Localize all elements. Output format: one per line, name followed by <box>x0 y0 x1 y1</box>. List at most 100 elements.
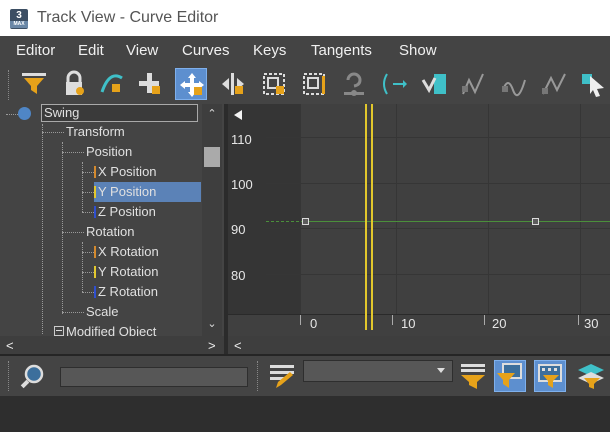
y-axis-tick: 90 <box>231 222 246 237</box>
menu-editor[interactable]: Editor <box>16 42 55 59</box>
menu-view[interactable]: View <box>126 42 158 59</box>
tree-connector <box>62 142 63 314</box>
bottom-toolbar <box>0 354 610 396</box>
time-slider-line[interactable] <box>371 104 373 330</box>
graph-horizontal-scrollbar[interactable]: < <box>228 336 610 354</box>
grid-line <box>580 104 581 316</box>
tree-vertical-scrollbar[interactable]: ⌃ ⌄ <box>202 104 222 336</box>
slide-keys-icon[interactable] <box>217 68 249 100</box>
time-slider-line[interactable] <box>365 104 367 330</box>
menu-keys[interactable]: Keys <box>253 42 286 59</box>
tree-item-transform[interactable]: Transform <box>66 122 125 142</box>
toolbar-grip[interactable] <box>257 361 260 391</box>
menu-curves[interactable]: Curves <box>182 42 230 59</box>
desktop-background <box>0 396 610 432</box>
tree-horizontal-scrollbar[interactable]: < > <box>0 336 224 354</box>
grid-line <box>266 137 610 138</box>
collapse-icon[interactable] <box>54 326 64 336</box>
filter-selected-objects-icon[interactable] <box>494 360 526 392</box>
zoom-selected-object-icon[interactable] <box>17 360 49 392</box>
tree-connector <box>42 132 64 133</box>
scroll-up-icon[interactable]: ⌃ <box>206 108 218 120</box>
filter-selected-tracks-icon[interactable] <box>456 360 488 392</box>
app-icon[interactable]: 3 MAX <box>10 9 28 29</box>
toolbar-grip[interactable] <box>8 70 11 100</box>
more-icon[interactable] <box>576 68 608 100</box>
filter-animated-tracks-icon[interactable] <box>534 360 566 392</box>
tree-item-y-position[interactable]: Y Position <box>94 182 201 202</box>
curve-out-of-range <box>266 221 304 222</box>
tree-item-label: Modified Object <box>66 324 157 336</box>
scale-values-icon[interactable] <box>298 68 330 100</box>
menu-tangents[interactable]: Tangents <box>311 42 372 59</box>
scroll-left-icon[interactable]: < <box>6 338 14 353</box>
menu-bar: Editor Edit View Curves Keys Tangents Sh… <box>0 36 610 64</box>
grid-line <box>266 228 610 229</box>
show-tangents-icon[interactable] <box>538 68 570 100</box>
scroll-thumb[interactable] <box>204 147 220 167</box>
tree-item-x-rotation[interactable]: X Rotation <box>94 242 159 262</box>
track-set-dropdown[interactable] <box>303 360 453 382</box>
tree-item-label: Z Rotation <box>98 284 158 299</box>
curve-key[interactable] <box>532 218 539 225</box>
collapse-left-icon[interactable] <box>234 110 242 120</box>
app-icon-sublabel: MAX <box>10 21 28 28</box>
time-ruler[interactable] <box>228 314 610 337</box>
filter-unlocked-attributes-icon[interactable] <box>576 360 608 392</box>
tree-connector <box>82 242 83 292</box>
toolbar-grip[interactable] <box>8 361 11 391</box>
lock-selection-icon[interactable] <box>58 68 90 100</box>
tree-item-rotation[interactable]: Rotation <box>86 222 134 242</box>
grid-line <box>488 104 489 316</box>
tree-item-x-position[interactable]: X Position <box>94 162 157 182</box>
menu-show[interactable]: Show <box>399 42 437 59</box>
tree-item-y-rotation[interactable]: Y Rotation <box>94 262 158 282</box>
tree-connector <box>82 272 94 273</box>
edit-track-set-icon[interactable] <box>266 360 298 392</box>
move-keys-icon[interactable] <box>175 68 207 100</box>
chevron-down-icon <box>437 368 445 373</box>
tree-item-z-rotation[interactable]: Z Rotation <box>94 282 158 302</box>
z-track-color-icon <box>94 206 96 218</box>
tree-item-position[interactable]: Position <box>86 142 132 162</box>
z-track-color-icon <box>94 286 96 298</box>
parameter-curve-out-of-range-icon[interactable] <box>378 68 410 100</box>
tree-item-scale[interactable]: Scale <box>86 302 119 322</box>
freeform-icon[interactable] <box>418 68 450 100</box>
grid-line <box>300 104 301 316</box>
out-of-range-region <box>266 104 300 316</box>
curve-key[interactable] <box>302 218 309 225</box>
tree-connector <box>82 162 83 212</box>
filter-icon[interactable] <box>18 68 50 100</box>
snap-frames-icon[interactable] <box>96 68 128 100</box>
tree-item-label: Y Rotation <box>98 264 159 279</box>
curve-graph[interactable] <box>266 104 610 316</box>
grid-line <box>266 183 610 184</box>
y-position-curve[interactable] <box>304 221 610 222</box>
tree-item-label: Y Position <box>98 184 157 199</box>
y-axis-tick: 110 <box>231 132 252 147</box>
controller-tree: Swing Transform Position X Position Y Po… <box>0 104 224 336</box>
curve-graph-panel[interactable]: 110 100 90 80 0 10 20 30 <box>228 104 610 337</box>
selected-object-name-field[interactable] <box>60 367 248 387</box>
scale-keys-icon[interactable] <box>258 68 290 100</box>
app-icon-label: 3 <box>16 10 22 21</box>
scroll-right-icon[interactable]: > <box>208 338 216 353</box>
reduce-keys-icon[interactable] <box>458 68 490 100</box>
add-keys-icon[interactable] <box>134 68 166 100</box>
tree-connector <box>62 232 84 233</box>
tree-item-label: X Rotation <box>98 244 159 259</box>
lock-handles-icon[interactable] <box>338 68 370 100</box>
scroll-left-icon[interactable]: < <box>234 338 242 353</box>
menu-edit[interactable]: Edit <box>78 42 104 59</box>
tree-item-swing[interactable]: Swing <box>18 104 198 124</box>
tree-item-z-position[interactable]: Z Position <box>94 202 156 222</box>
x-track-color-icon <box>94 246 96 258</box>
tree-connector <box>6 114 18 115</box>
tree-connector <box>82 252 94 253</box>
tree-item-modified-object[interactable]: Modified Object <box>54 322 156 336</box>
scroll-down-icon[interactable]: ⌄ <box>206 318 218 330</box>
grid-line <box>266 274 610 275</box>
set-tangents-icon[interactable] <box>498 68 530 100</box>
x-axis-tick: 30 <box>584 316 599 331</box>
